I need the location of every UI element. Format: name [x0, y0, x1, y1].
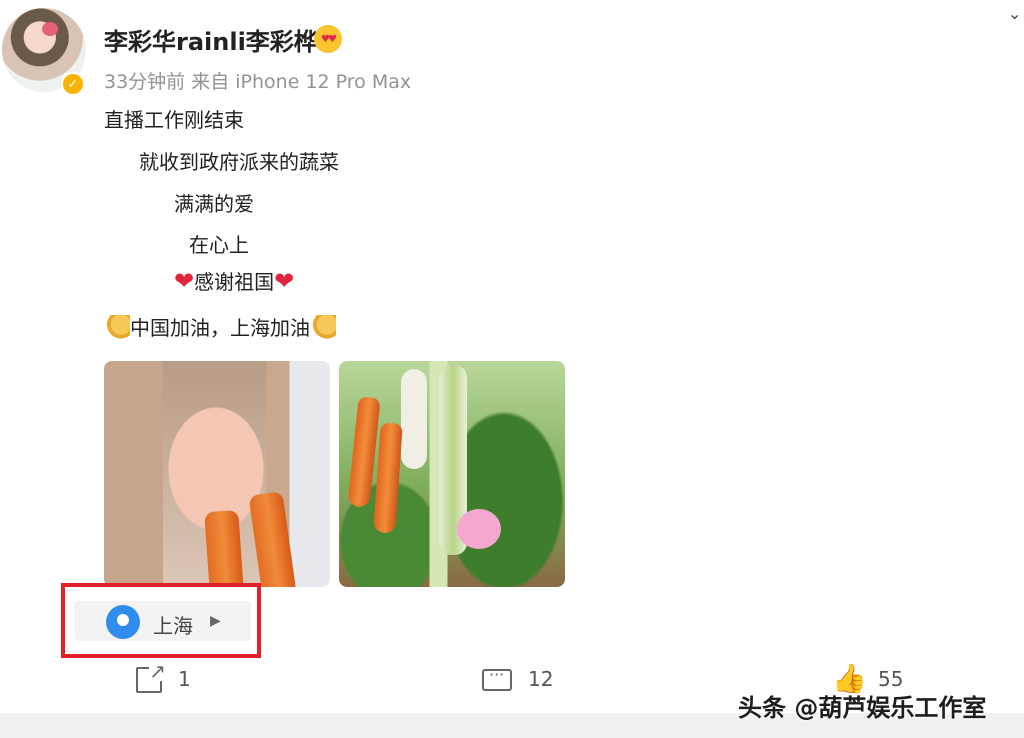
avatar-flower	[42, 22, 58, 36]
share-count: 1	[178, 667, 191, 691]
location-label[interactable]: 上海	[153, 610, 193, 639]
comment-button[interactable]: 12	[482, 662, 553, 696]
verified-badge-icon	[61, 72, 85, 96]
comment-count: 12	[528, 667, 554, 691]
carrot-shape	[204, 509, 246, 587]
chevron-right-icon: ▶	[210, 613, 221, 629]
share-icon	[136, 661, 166, 693]
heart-emoji-icon: ❤	[274, 267, 295, 295]
post-text-line-5: ❤感谢祖国❤	[174, 266, 294, 295]
flexed-biceps-emoji-icon	[310, 315, 336, 339]
post-photo-selfie[interactable]	[104, 361, 330, 587]
comment-icon	[482, 665, 512, 691]
radish-shape	[401, 369, 427, 469]
heart-emoji-icon: ❤	[174, 267, 195, 295]
post-text-line-2: 就收到政府派来的蔬菜	[139, 150, 339, 174]
carrot-shape	[373, 422, 403, 534]
cheer-text: 中国加油，上海加油	[130, 316, 310, 340]
watermark: 头条 @葫芦娱乐工作室	[738, 694, 987, 722]
post-text-line-1: 直播工作刚结束	[104, 108, 244, 132]
thanks-text: 感谢祖国	[194, 270, 275, 294]
post-meta: 33分钟前 来自 iPhone 12 Pro Max	[104, 71, 412, 93]
chevron-down-icon[interactable]: ⌄	[1008, 4, 1021, 23]
post-text-line-6: 中国加油，上海加油	[104, 312, 336, 341]
love-face-emoji-icon	[314, 25, 342, 53]
heart-sticker	[457, 509, 501, 549]
share-button[interactable]: 1	[136, 661, 191, 696]
post-photo-vegetables[interactable]	[339, 361, 565, 587]
user-name[interactable]: 李彩华rainli李彩桦	[104, 22, 318, 57]
carrot-shape	[248, 491, 298, 587]
post-text-line-3: 满满的爱	[174, 192, 254, 216]
location-pin-icon	[106, 605, 140, 639]
flexed-biceps-emoji-icon	[104, 315, 130, 339]
post-text-line-4: 在心上	[189, 233, 249, 257]
weibo-post-card: ⌄ 李彩华rainli李彩桦 33分钟前 来自 iPhone 12 Pro Ma…	[0, 0, 1024, 738]
